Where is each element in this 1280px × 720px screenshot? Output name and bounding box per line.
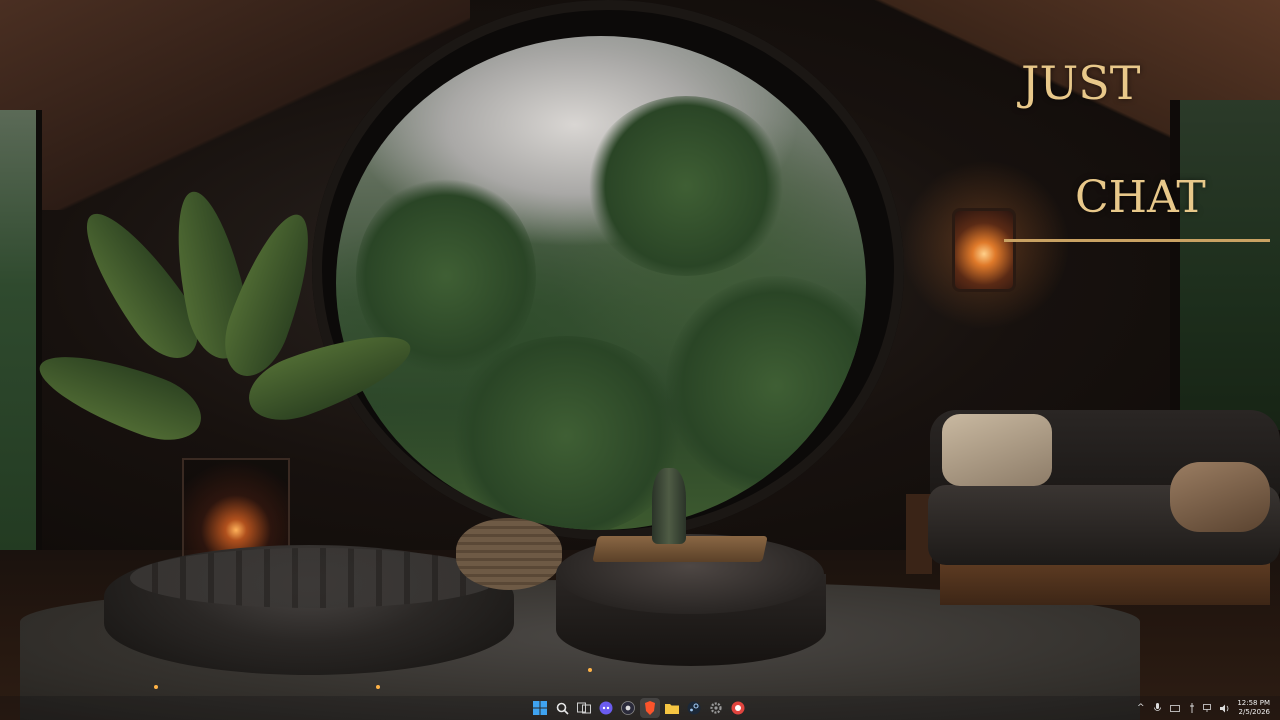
network-icon[interactable] — [1203, 703, 1214, 714]
wallpaper-right-window — [1170, 100, 1280, 430]
windows-start-icon[interactable] — [530, 698, 550, 718]
wallpaper-plant — [29, 185, 430, 500]
wallpaper-glow-dot — [376, 685, 380, 689]
overlay-title-line2: CHAT — [1075, 172, 1206, 223]
overlay-title-line1: JUST — [1021, 56, 1141, 110]
clock[interactable]: 12:58 PM 2/5/2026 — [1237, 699, 1270, 717]
search-icon[interactable] — [552, 698, 572, 718]
record-icon[interactable] — [618, 698, 638, 718]
chevron-up-icon[interactable]: ^ — [1135, 703, 1146, 714]
taskbar-pinned-apps — [530, 698, 748, 718]
system-tray: ^ 12:58 PM 2/5/2026 — [1135, 698, 1270, 718]
wallpaper-pillow-2 — [1170, 462, 1270, 532]
wallpaper-ottoman-tufting — [130, 548, 500, 608]
steam-icon[interactable] — [684, 698, 704, 718]
wallpaper-pillow — [942, 414, 1052, 486]
gear-icon[interactable] — [706, 698, 726, 718]
folder-icon[interactable] — [662, 698, 682, 718]
wallpaper-pouf — [456, 518, 562, 590]
task-view-icon[interactable] — [574, 698, 594, 718]
wallpaper-wall-lamp — [952, 208, 1016, 292]
usb-icon[interactable] — [1186, 703, 1197, 714]
wallpaper-glow-dot — [588, 668, 592, 672]
clock-date: 2/5/2026 — [1238, 708, 1270, 716]
volume-icon[interactable] — [1220, 703, 1231, 714]
taskbar: ^ 12:58 PM 2/5/2026 — [0, 696, 1280, 720]
discord-like-icon[interactable] — [596, 698, 616, 718]
wallpaper-left-window — [0, 110, 42, 550]
overlay-underline — [1004, 239, 1270, 242]
microphone-icon[interactable] — [1152, 703, 1163, 714]
red-app-icon[interactable] — [728, 698, 748, 718]
brave-browser-icon[interactable] — [640, 698, 660, 718]
wallpaper-vase — [652, 468, 686, 544]
wallpaper-glow-dot — [154, 685, 158, 689]
clock-time: 12:58 PM — [1237, 699, 1270, 707]
keyboard-icon[interactable] — [1169, 703, 1180, 714]
